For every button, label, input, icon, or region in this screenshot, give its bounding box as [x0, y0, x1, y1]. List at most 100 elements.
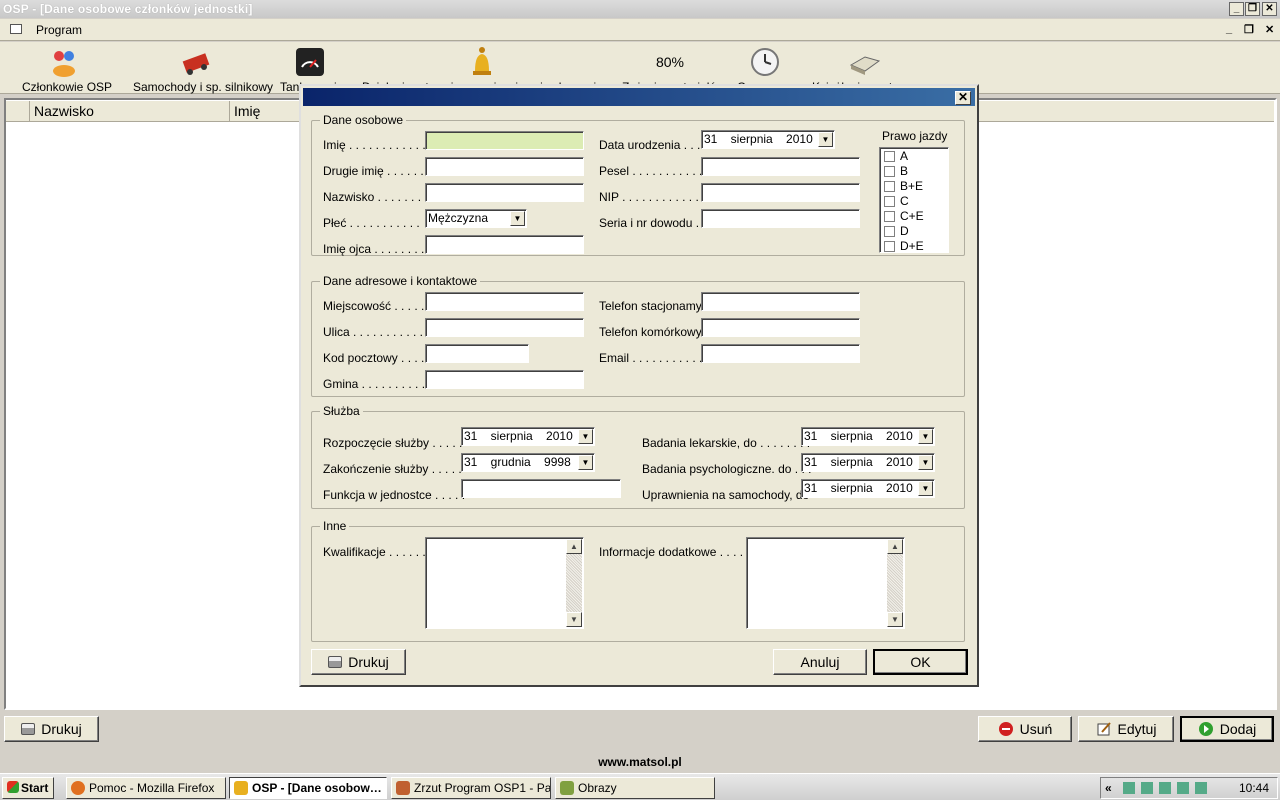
taskbar: Start Pomoc - Mozilla Firefox OSP - [Dan…	[0, 773, 1280, 800]
license-checkbox-ce[interactable]: C+E	[884, 209, 924, 224]
add-icon	[1198, 722, 1213, 736]
printer-icon	[328, 656, 343, 668]
pesel-input[interactable]	[701, 157, 860, 176]
qualifications-textarea[interactable]: ▲ ▼	[425, 537, 584, 629]
chevron-down-icon: ▼	[578, 455, 593, 470]
menu-bar: Program	[0, 19, 1280, 41]
firefox-icon	[71, 781, 85, 795]
mdi-restore-icon[interactable]: ❐	[1244, 23, 1254, 36]
osp-icon	[234, 781, 248, 795]
mdi-minimize-icon[interactable]: _	[1226, 23, 1232, 35]
dialog-title-bar: ✕	[303, 88, 975, 106]
tray-expand-icon[interactable]: «	[1105, 778, 1112, 798]
dialog-print-button[interactable]: Drukuj	[311, 649, 406, 675]
book-icon	[848, 46, 880, 78]
qualifications-scrollbar[interactable]: ▲ ▼	[566, 539, 582, 627]
cancel-button[interactable]: Anuluj	[773, 649, 867, 675]
footer-url[interactable]: www.matsol.pl	[0, 752, 1280, 772]
license-checkbox-a[interactable]: A	[884, 149, 908, 164]
street-input[interactable]	[425, 318, 584, 337]
chevron-down-icon: ▼	[918, 455, 933, 470]
group-service: Służba Rozpoczęcie służby . . . . . 31 s…	[311, 404, 965, 509]
start-button[interactable]: Start	[2, 777, 54, 799]
birth-date-picker[interactable]: 31 sierpnia 2010 ▼	[701, 130, 835, 149]
chevron-down-icon: ▼	[510, 211, 525, 226]
delete-icon	[998, 722, 1013, 736]
main-print-button[interactable]: Drukuj	[4, 716, 99, 742]
dialog-close-button[interactable]: ✕	[955, 91, 971, 105]
window-title: OSP - [Dane osobowe członków jednostki]	[3, 2, 253, 16]
gauge-icon	[294, 46, 326, 78]
restore-button[interactable]: ❐	[1245, 2, 1260, 16]
add-button[interactable]: Dodaj	[1180, 716, 1274, 742]
vehicle-license-date-picker[interactable]: 31 sierpnia 2010 ▼	[801, 479, 935, 498]
scroll-down-icon[interactable]: ▼	[566, 612, 582, 627]
psych-exam-date-picker[interactable]: 31 sierpnia 2010 ▼	[801, 453, 935, 472]
windows-icon	[7, 781, 19, 793]
father-name-input[interactable]	[425, 235, 584, 254]
system-tray: « 10:44	[1100, 777, 1278, 799]
personal-data-dialog: ✕ Dane osobowe Imię . . . . . . . . . . …	[299, 84, 979, 687]
license-checkbox-c[interactable]: C	[884, 194, 909, 209]
scroll-down-icon[interactable]: ▼	[887, 612, 903, 627]
phone-input[interactable]	[701, 292, 860, 311]
scroll-up-icon[interactable]: ▲	[887, 539, 903, 554]
materials-percent: 80%	[655, 54, 685, 70]
toolbar-vehicles-button[interactable]: Samochody i sp. silnikowy	[133, 46, 273, 94]
ok-button[interactable]: OK	[873, 649, 968, 675]
task-images[interactable]: Obrazy	[555, 777, 715, 799]
fire-truck-icon	[180, 46, 212, 78]
id-document-input[interactable]	[701, 209, 860, 228]
column-header-first-name[interactable]: Imię	[230, 101, 310, 122]
task-firefox[interactable]: Pomoc - Mozilla Firefox	[66, 777, 226, 799]
license-checkbox-b[interactable]: B	[884, 164, 908, 179]
toolbar-members-button[interactable]: Członkowie OSP	[22, 46, 112, 94]
service-start-date-picker[interactable]: 31 sierpnia 2010 ▼	[461, 427, 595, 446]
mobile-input[interactable]	[701, 318, 860, 337]
additional-info-scrollbar[interactable]: ▲ ▼	[887, 539, 903, 627]
chevron-down-icon: ▼	[918, 481, 933, 496]
license-checkbox-be[interactable]: B+E	[884, 179, 923, 194]
function-input[interactable]	[461, 479, 621, 498]
app-icon[interactable]	[10, 24, 22, 34]
license-checkbox-de[interactable]: D+E	[884, 239, 924, 254]
email-input[interactable]	[701, 344, 860, 363]
mdi-close-icon[interactable]: ✕	[1265, 23, 1274, 36]
clock: 10:44	[1238, 781, 1269, 795]
minimize-button[interactable]: _	[1229, 2, 1244, 16]
menu-program[interactable]: Program	[36, 23, 82, 37]
chevron-down-icon: ▼	[918, 429, 933, 444]
paint-icon	[396, 781, 410, 795]
close-button[interactable]: ✕	[1262, 2, 1277, 16]
license-checkbox-d[interactable]: D	[884, 224, 909, 239]
postal-code-input[interactable]	[425, 344, 529, 363]
scroll-up-icon[interactable]: ▲	[566, 539, 582, 554]
people-icon	[48, 46, 80, 78]
surname-input[interactable]	[425, 183, 584, 202]
chevron-down-icon: ▼	[818, 132, 833, 147]
gender-select[interactable]: Mężczyzna ▼	[425, 209, 527, 228]
edit-icon	[1097, 722, 1111, 736]
nip-input[interactable]	[701, 183, 860, 202]
task-paint[interactable]: Zrzut Program OSP1 - Paint	[391, 777, 551, 799]
group-other: Inne Kwalifikacje . . . . . . ▲ ▼ Inform…	[311, 519, 965, 642]
chevron-down-icon: ▼	[578, 429, 593, 444]
service-end-date-picker[interactable]: 31 grudnia 9998 ▼	[461, 453, 595, 472]
license-list: A B B+E C C+E D D+E	[879, 147, 949, 253]
medical-exam-date-picker[interactable]: 31 sierpnia 2010 ▼	[801, 427, 935, 446]
delete-button[interactable]: Usuń	[978, 716, 1072, 742]
grid-row-header	[6, 101, 30, 122]
clock-icon	[749, 46, 781, 78]
second-name-input[interactable]	[425, 157, 584, 176]
bell-icon	[466, 46, 498, 78]
first-name-input[interactable]	[425, 131, 584, 150]
printer-icon	[21, 723, 36, 735]
column-header-surname[interactable]: Nazwisko	[30, 101, 230, 122]
edit-button[interactable]: Edytuj	[1078, 716, 1174, 742]
city-input[interactable]	[425, 292, 584, 311]
additional-info-textarea[interactable]: ▲ ▼	[746, 537, 905, 629]
tray-icons[interactable]	[1123, 782, 1213, 794]
group-address: Dane adresowe i kontaktowe Miejscowość .…	[311, 274, 965, 397]
task-osp[interactable]: OSP - [Dane osobow…	[229, 777, 387, 799]
commune-input[interactable]	[425, 370, 584, 389]
